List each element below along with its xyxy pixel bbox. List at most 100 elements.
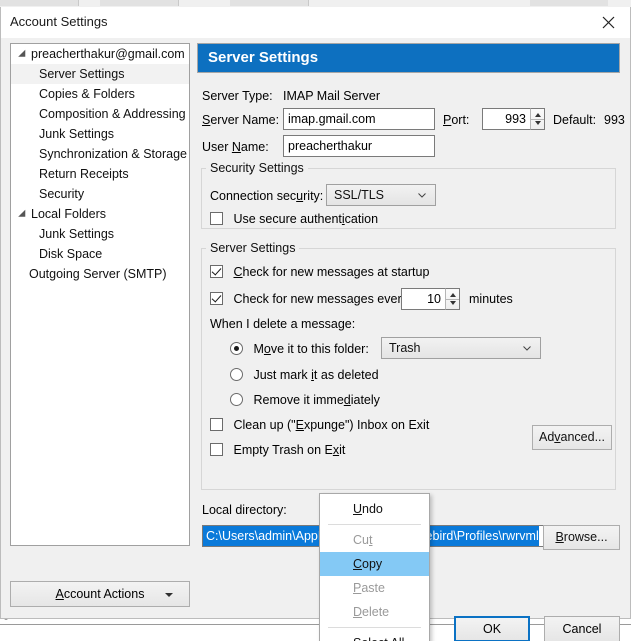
- check-every-row[interactable]: Check for new messages every: [210, 292, 408, 306]
- tree-item-local-junk-settings[interactable]: Junk Settings: [11, 224, 189, 244]
- background-tab-4: [530, 0, 608, 6]
- mark-deleted-row[interactable]: Just mark it as deleted: [230, 368, 379, 382]
- tree-item-label: Junk Settings: [39, 127, 115, 141]
- screenshot-root: ng the site: Account Settings preacherth…: [0, 0, 631, 641]
- secure-auth-row[interactable]: Use secure authentication: [210, 212, 378, 226]
- spinner-down-icon[interactable]: [450, 301, 456, 305]
- account-actions-mnemonic: A: [55, 587, 64, 601]
- remove-mnemonic: d: [343, 393, 351, 407]
- background-tab-3: [230, 0, 309, 6]
- check-interval-spinner[interactable]: [445, 288, 460, 310]
- spinner-divider: [531, 119, 544, 120]
- connection-security-label-pre: Connection sec: [210, 189, 297, 203]
- delete-label-rest: elete: [362, 605, 390, 619]
- select-all-label-rest: ll: [399, 636, 405, 641]
- user-name-label: User Name:: [202, 140, 269, 154]
- secure-auth-label-pre: Use secure authent: [233, 212, 342, 226]
- user-name-mnemonic: N: [231, 140, 241, 154]
- spinner-down-icon[interactable]: [535, 121, 541, 125]
- user-name-label-rest: ame:: [240, 140, 269, 154]
- local-directory-label: Local directory:: [202, 503, 287, 517]
- tree-item-label: Local Folders: [31, 207, 107, 221]
- check-new-messages-startup-checkbox[interactable]: [210, 265, 223, 278]
- expunge-row[interactable]: Clean up ("Expunge") Inbox on Exit: [210, 418, 429, 432]
- empty-trash-row[interactable]: Empty Trash on Exit: [210, 443, 345, 457]
- cancel-button[interactable]: Cancel: [544, 616, 620, 641]
- tree-item-disk-space[interactable]: Disk Space: [11, 244, 189, 264]
- tree-item-account[interactable]: preacherthakur@gmail.com: [11, 44, 189, 64]
- text-context-menu[interactable]: Undo Cut Copy Paste Delete Select All: [319, 493, 430, 641]
- account-actions-button[interactable]: Account Actions: [10, 581, 190, 607]
- dialog-titlebar: Account Settings: [1, 7, 630, 39]
- tree-item-copies-folders[interactable]: Copies & Folders: [11, 84, 189, 104]
- user-name-input[interactable]: [283, 135, 435, 157]
- undo-label-rest: ndo: [362, 502, 383, 516]
- move-label-pre: M: [253, 342, 264, 356]
- tree-item-security[interactable]: Security: [11, 184, 189, 204]
- spinner-up-icon[interactable]: [450, 293, 456, 297]
- trash-folder-select[interactable]: Trash: [381, 337, 541, 359]
- accounts-tree[interactable]: preacherthakur@gmail.com Server Settings…: [10, 43, 190, 546]
- cleanup-expunge-checkbox[interactable]: [210, 418, 223, 431]
- context-menu-separator-1: [328, 524, 421, 525]
- background-tab-2: [100, 0, 179, 6]
- port-default-label: Default:: [553, 113, 597, 127]
- check-startup-row[interactable]: Check for new messages at startup: [210, 265, 429, 279]
- port-spinner[interactable]: [530, 108, 545, 130]
- check-interval-input[interactable]: [401, 288, 445, 310]
- ok-button[interactable]: OK: [454, 616, 530, 641]
- tree-item-local-folders[interactable]: Local Folders: [11, 204, 189, 224]
- tree-item-label: Copies & Folders: [39, 87, 135, 101]
- server-name-label: Server Name:: [202, 113, 279, 127]
- secure-auth-label-rest: cation: [344, 212, 379, 226]
- browse-mnemonic: B: [555, 530, 564, 544]
- move-label-rest: ve it to this folder:: [270, 342, 369, 356]
- tree-item-outgoing-server-smtp[interactable]: Outgoing Server (SMTP): [11, 264, 189, 284]
- browse-button[interactable]: Browse...: [543, 525, 620, 550]
- server-name-label-rest: erver Name:: [210, 113, 280, 127]
- advanced-button[interactable]: Advanced...: [532, 425, 612, 450]
- trash-folder-value: Trash: [389, 341, 421, 355]
- security-settings-legend: Security Settings: [210, 161, 304, 175]
- tree-item-return-receipts[interactable]: Return Receipts: [11, 164, 189, 184]
- tree-item-label: Synchronization & Storage: [39, 147, 188, 161]
- move-to-folder-radio[interactable]: [230, 342, 243, 355]
- use-secure-authentication-checkbox[interactable]: [210, 212, 223, 225]
- just-mark-deleted-radio[interactable]: [230, 368, 243, 381]
- context-menu-item-undo[interactable]: Undo: [320, 497, 429, 521]
- delete-message-prompt: When I delete a message:: [210, 317, 356, 331]
- remove-label-pre: Remove it imme: [253, 393, 344, 407]
- tree-item-composition-addressing[interactable]: Composition & Addressing: [11, 104, 189, 124]
- tree-item-junk-settings[interactable]: Junk Settings: [11, 124, 189, 144]
- cut-label-pre: Cu: [353, 533, 369, 547]
- background-divider: [0, 624, 631, 625]
- remove-immediately-radio[interactable]: [230, 393, 243, 406]
- tree-item-label: preacherthakur@gmail.com: [31, 47, 185, 61]
- expunge-mnemonic: E: [295, 418, 304, 432]
- context-menu-item-select-all[interactable]: Select All: [320, 631, 429, 641]
- connection-security-label: Connection security:: [210, 189, 323, 203]
- context-menu-item-copy[interactable]: Copy: [320, 552, 429, 576]
- expunge-label-pre: Clean up (": [233, 418, 296, 432]
- check-startup-label-rest: heck for new messages at startup: [242, 265, 430, 279]
- expand-triangle-icon[interactable]: [18, 209, 29, 221]
- cut-mnemonic: t: [368, 533, 373, 547]
- tree-item-server-settings[interactable]: Server Settings: [11, 64, 189, 84]
- spinner-divider: [446, 299, 459, 300]
- server-name-input[interactable]: [283, 108, 435, 130]
- empty-trash-on-exit-checkbox[interactable]: [210, 443, 223, 456]
- connection-security-select[interactable]: SSL/TLS: [326, 184, 436, 206]
- tree-item-synchronization-storage[interactable]: Synchronization & Storage: [11, 144, 189, 164]
- empty-trash-label-pre: Empty Trash on E: [233, 443, 333, 457]
- tree-item-label: Security: [39, 187, 85, 201]
- use-secure-authentication-label: Use secure authentication: [233, 212, 378, 226]
- remove-immediately-row[interactable]: Remove it immediately: [230, 393, 380, 407]
- check-new-messages-every-checkbox[interactable]: [210, 292, 223, 305]
- spinner-up-icon[interactable]: [535, 113, 541, 117]
- expand-triangle-icon[interactable]: [18, 49, 29, 61]
- close-icon[interactable]: [586, 7, 630, 37]
- move-to-folder-row[interactable]: Move it to this folder:: [230, 342, 369, 356]
- mark-label-pre: Just mark: [253, 368, 312, 382]
- port-input[interactable]: [482, 108, 530, 130]
- account-actions-label-rest: ccount Actions: [63, 587, 145, 601]
